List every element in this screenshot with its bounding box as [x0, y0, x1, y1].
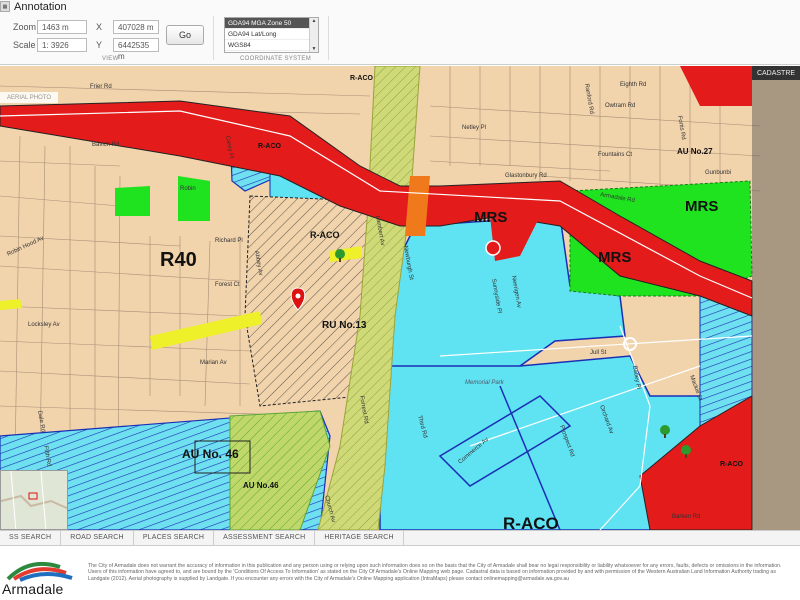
street-label: Fountains Ct — [598, 152, 632, 158]
zoom-field[interactable]: 1463 m — [37, 20, 87, 34]
toolbar: ▦ Annotation Zoom 1463 m Scale 1: 3926 X… — [0, 0, 800, 65]
street-label: Dale Rd — [36, 410, 46, 432]
scroll-down-icon[interactable]: ▼ — [312, 46, 317, 52]
street-label: Forest Ct — [215, 282, 240, 288]
zone-label: R-ACO — [258, 143, 281, 150]
street-label: Barken Rd — [672, 514, 700, 520]
street-label: Fortis Rd — [676, 115, 686, 140]
street-label: Locksley Av — [28, 322, 60, 328]
map-svg[interactable]: R40 MRS MRS MRS R-ACO R-ACO R-ACO R-ACO … — [0, 66, 800, 530]
zone-label: MRS — [685, 198, 718, 215]
roundabout-icon — [485, 240, 501, 256]
coord-option[interactable]: GDA94 MGA Zone 50 — [225, 18, 318, 29]
tab-assessment-search[interactable]: ASSESSMENT SEARCH — [214, 531, 316, 545]
zone-mrs-green[interactable] — [115, 186, 150, 216]
city-logo: Armadale — [0, 553, 84, 598]
zone-label: AU No.27 — [677, 147, 713, 156]
overview-map[interactable] — [0, 470, 68, 530]
cadastre-tab[interactable]: CADASTRE — [752, 66, 800, 80]
street-label: Frier Rd — [90, 84, 112, 90]
scale-label: Scale — [13, 40, 36, 50]
tab-strip: ▦ Annotation — [0, 0, 100, 13]
divider — [213, 16, 214, 60]
zone-local-road — [150, 311, 262, 350]
tab-places-search[interactable]: PLACES SEARCH — [134, 531, 215, 545]
zone-label: R40 — [160, 249, 197, 271]
scale-field[interactable]: 1: 3926 — [37, 38, 87, 52]
tab-search[interactable]: SS SEARCH — [0, 531, 62, 545]
street-label: Richard Pl — [215, 238, 243, 244]
zone-label: R-ACO — [310, 230, 340, 240]
street-label: Gunbunbi — [705, 170, 731, 176]
grid-icon[interactable]: ▦ — [0, 1, 10, 12]
overview-svg — [1, 471, 67, 529]
coord-option[interactable]: WGS84 — [225, 40, 318, 51]
street-label: Ranford Rd — [583, 83, 594, 114]
view-caption: VIEW — [102, 56, 119, 62]
footer: Armadale The City of Armadale does not w… — [0, 547, 800, 600]
app-window: ▦ Annotation Zoom 1463 m Scale 1: 3926 X… — [0, 0, 800, 600]
street-label: Robin — [180, 186, 196, 192]
coord-option[interactable]: GDA94 Lat/Long — [225, 29, 318, 40]
zone-label: R-ACO — [350, 75, 373, 82]
street-label: Eighth Rd — [620, 82, 646, 88]
zone-mrs-green[interactable] — [178, 176, 210, 221]
x-label: X — [96, 22, 103, 32]
street-label: Robin Hood Av — [6, 236, 45, 258]
map-canvas[interactable]: R40 MRS MRS MRS R-ACO R-ACO R-ACO R-ACO … — [0, 66, 800, 530]
layer-strip[interactable] — [752, 80, 800, 530]
park-label: Memorial Park — [465, 380, 505, 386]
search-tabs: SS SEARCH ROAD SEARCH PLACES SEARCH ASSE… — [0, 530, 800, 546]
logo-text: Armadale — [2, 581, 64, 597]
street-label: Jull St — [590, 350, 607, 356]
scroll-up-icon[interactable]: ▲ — [312, 18, 317, 24]
street-label: Glastonbury Rd — [505, 173, 547, 179]
street-label: Marian Av — [200, 360, 227, 366]
coord-caption: COORDINATE SYSTEM — [240, 56, 311, 62]
go-button[interactable]: Go — [166, 25, 204, 45]
x-field[interactable]: 407028 m — [113, 20, 159, 34]
aerial-photo-tab[interactable]: AERIAL PHOTO — [0, 92, 58, 103]
logo-mark-icon — [6, 562, 73, 582]
zone-label: R-ACO — [720, 461, 743, 468]
zone-label: AU No.46 — [243, 481, 279, 490]
coordinate-system-list[interactable]: GDA94 MGA Zone 50 GDA94 Lat/Long WGS84 ▲… — [224, 17, 319, 53]
coord-scrollbar[interactable]: ▲ ▼ — [309, 18, 318, 52]
zone-label: MRS — [474, 209, 507, 226]
tab-road-search[interactable]: ROAD SEARCH — [61, 531, 134, 545]
disclaimer-text: The City of Armadale does not warrant th… — [88, 563, 782, 582]
divider — [328, 16, 329, 60]
zone-label: AU No. 46 — [182, 447, 239, 461]
tab-heritage-search[interactable]: HERITAGE SEARCH — [315, 531, 404, 545]
y-field[interactable]: 6442535 m — [113, 38, 159, 61]
zone-label: R-ACO — [503, 514, 559, 530]
y-label: Y — [96, 40, 103, 50]
zone-local-road — [0, 299, 22, 310]
map-pin-dot — [295, 293, 301, 299]
zoom-label: Zoom — [13, 22, 37, 32]
zone-label: RU No.13 — [322, 320, 367, 331]
street-label: Bavich Rd — [92, 142, 119, 148]
tab-title[interactable]: Annotation — [14, 1, 67, 13]
street-label: Owtram Rd — [605, 103, 635, 109]
zone-mrs-road[interactable] — [680, 66, 752, 106]
zone-label: MRS — [598, 249, 631, 266]
street-label: Netley Pl — [462, 125, 486, 131]
